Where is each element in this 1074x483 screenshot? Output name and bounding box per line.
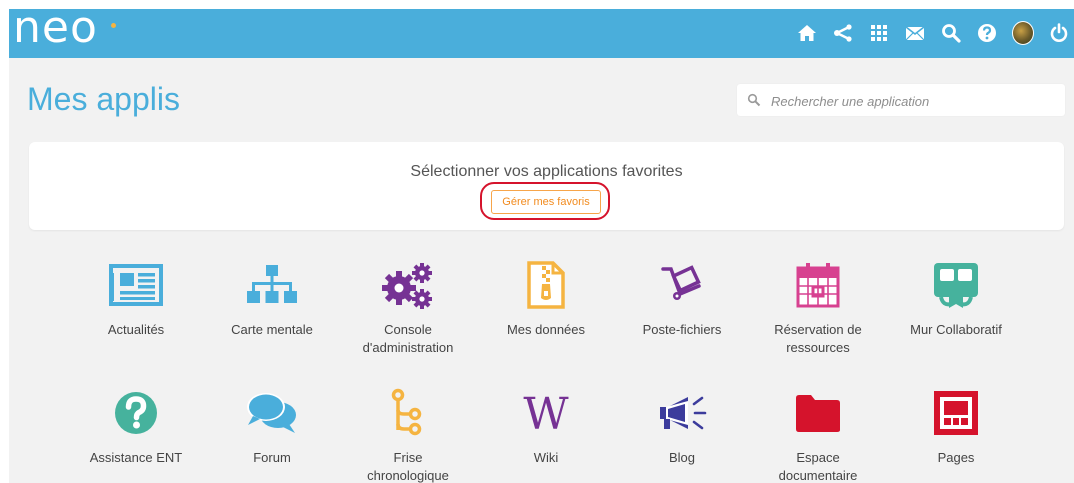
- home-icon[interactable]: [796, 22, 818, 44]
- app-label: Espace documentaire: [778, 450, 858, 483]
- folder-icon: [788, 385, 848, 441]
- app-frame: neo Mes applis Rechercher une applicatio…: [9, 9, 1074, 483]
- share-icon[interactable]: [832, 22, 854, 44]
- top-navigation-bar: neo: [9, 9, 1074, 58]
- app-poste-fichiers[interactable]: Poste-fichiers: [615, 257, 749, 339]
- zip-file-icon: [516, 257, 576, 313]
- question-circle-icon: [106, 385, 166, 441]
- pages-icon: [926, 385, 986, 441]
- svg-text:W: W: [523, 391, 569, 435]
- newspaper-icon: [106, 257, 166, 313]
- app-label: Réservation de ressources: [774, 322, 862, 355]
- app-actualites[interactable]: Actualités: [69, 257, 203, 339]
- calendar-icon: [788, 257, 848, 313]
- app-label: Frise chronologique: [367, 450, 449, 483]
- megaphone-icon: [652, 385, 712, 441]
- search-input[interactable]: [769, 90, 1058, 112]
- app-label: Forum: [253, 450, 291, 465]
- wiki-icon: W: [516, 385, 576, 441]
- header-icons: [782, 20, 1070, 46]
- app-label: Mes données: [506, 322, 586, 337]
- app-label: Poste-fichiers: [642, 322, 722, 337]
- app-label: Carte mentale: [231, 322, 313, 337]
- search-icon[interactable]: [940, 22, 962, 44]
- app-label: Actualités: [107, 322, 165, 337]
- app-label: Assistance ENT: [89, 450, 183, 465]
- power-icon[interactable]: [1048, 22, 1070, 44]
- chat-bubbles-icon: [242, 385, 302, 441]
- timeline-icon: [378, 385, 438, 441]
- app-pages[interactable]: Pages: [889, 385, 1023, 467]
- app-frise-chronologique[interactable]: Frise chronologique: [341, 385, 475, 483]
- app-reservation-ressources[interactable]: Réservation de ressources: [751, 257, 885, 357]
- app-assistance-ent[interactable]: Assistance ENT: [69, 385, 203, 467]
- avatar-wrapper[interactable]: [1012, 21, 1034, 45]
- app-label: Pages: [937, 450, 975, 465]
- logo-accent-dot: [111, 23, 116, 28]
- sitemap-icon: [242, 257, 302, 313]
- app-label: Mur Collaboratif: [910, 322, 1002, 337]
- page-title: Mes applis: [27, 81, 180, 117]
- app-wiki[interactable]: W Wiki: [479, 385, 613, 467]
- cogs-icon: [378, 257, 438, 313]
- app-label: Blog: [668, 450, 696, 465]
- app-espace-documentaire[interactable]: Espace documentaire: [751, 385, 885, 483]
- favorites-panel: Sélectionner vos applications favorites …: [29, 142, 1064, 230]
- app-forum[interactable]: Forum: [205, 385, 339, 467]
- mail-icon[interactable]: [904, 22, 926, 44]
- search-field-icon: [747, 93, 761, 107]
- app-mes-donnees[interactable]: Mes données: [479, 257, 613, 339]
- avatar[interactable]: [1012, 21, 1034, 45]
- favorites-prompt: Sélectionner vos applications favorites: [410, 163, 683, 180]
- app-carte-mentale[interactable]: Carte mentale: [205, 257, 339, 339]
- dolly-icon: [652, 257, 712, 313]
- app-blog[interactable]: Blog: [615, 385, 749, 467]
- neo-logo[interactable]: neo: [13, 9, 98, 52]
- manage-favorites-button[interactable]: Gérer mes favoris: [491, 190, 601, 214]
- app-label: Wiki: [533, 450, 559, 465]
- app-mur-collaboratif[interactable]: Mur Collaboratif: [889, 257, 1023, 339]
- whiteboard-icon: [926, 257, 986, 313]
- search-box[interactable]: [737, 84, 1065, 116]
- help-icon[interactable]: [976, 22, 998, 44]
- app-label: Console d'administration: [362, 322, 454, 355]
- apps-grid-icon[interactable]: [868, 22, 890, 44]
- app-console-administration[interactable]: Console d'administration: [341, 257, 475, 357]
